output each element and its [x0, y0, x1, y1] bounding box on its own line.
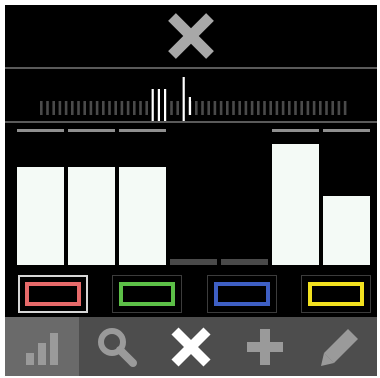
timeline-track[interactable]	[5, 71, 377, 123]
timeline-tick	[114, 101, 117, 115]
level-bars	[17, 129, 370, 265]
timeline-tick	[281, 101, 285, 115]
add-tool-button[interactable]	[228, 317, 302, 376]
timeline-tick	[95, 101, 99, 115]
plus-icon	[247, 328, 284, 365]
column-cap	[119, 129, 166, 132]
timeline-tick	[343, 101, 347, 115]
level-bar	[119, 167, 166, 265]
bottom-toolbar	[5, 317, 377, 376]
timeline-tick	[58, 101, 62, 115]
timeline-ticks	[40, 77, 347, 123]
timeline-tick	[213, 101, 217, 115]
timeline-tick	[288, 101, 291, 115]
timeline-tick	[52, 101, 55, 115]
timeline-tick	[176, 101, 179, 115]
top-close-button[interactable]	[5, 5, 377, 67]
level-columns	[5, 125, 377, 271]
timeline-tick	[306, 101, 310, 115]
level-bar	[323, 196, 370, 265]
level-bar	[68, 167, 115, 265]
yellow-swatch-frame	[308, 282, 364, 306]
yellow-swatch[interactable]	[301, 275, 371, 313]
green-swatch[interactable]	[112, 275, 182, 313]
timeline-tick	[71, 101, 74, 115]
close-icon	[168, 13, 214, 59]
timeline-tick	[170, 101, 173, 115]
red-swatch[interactable]	[18, 275, 88, 313]
column-cap	[272, 129, 319, 132]
timeline-tick	[319, 101, 322, 115]
timeline-tick-active	[157, 89, 160, 123]
column-cap	[323, 129, 370, 132]
bar-chart-icon	[26, 332, 59, 365]
timeline-tick	[250, 101, 254, 115]
edit-tool-button[interactable]	[303, 317, 377, 376]
timeline-tick	[275, 101, 279, 115]
search-tool-button[interactable]	[79, 317, 153, 376]
timeline-tick	[201, 101, 204, 115]
divider-top	[5, 67, 377, 69]
divider-middle	[5, 121, 377, 123]
timeline-tick-active	[188, 97, 191, 115]
timeline-tick	[195, 101, 198, 115]
timeline-tick	[108, 101, 111, 115]
timeline-tick	[219, 101, 223, 115]
app-screen	[5, 5, 377, 376]
timeline-tick	[331, 101, 334, 115]
close-tool-button[interactable]	[154, 317, 228, 376]
timeline-tick	[238, 101, 241, 115]
color-selector	[5, 273, 377, 317]
timeline-tick	[40, 101, 43, 115]
red-swatch-frame	[25, 282, 81, 306]
level-bar-empty	[170, 259, 217, 265]
timeline-tick	[77, 101, 80, 115]
timeline-tick	[46, 101, 49, 115]
timeline-tick	[312, 101, 316, 115]
level-bar	[272, 144, 319, 265]
timeline-tick	[269, 101, 272, 115]
column-cap	[17, 129, 64, 132]
timeline-tick	[300, 101, 303, 115]
timeline-tick	[226, 101, 229, 115]
blue-swatch-frame	[214, 282, 270, 306]
search-icon	[97, 327, 137, 367]
blue-swatch[interactable]	[207, 275, 277, 313]
chart-tool-button[interactable]	[5, 317, 80, 376]
timeline-tick	[325, 101, 328, 115]
timeline-tick	[120, 101, 124, 115]
green-swatch-frame	[119, 282, 175, 306]
timeline-tick	[294, 101, 297, 115]
level-bar-empty	[221, 259, 268, 265]
timeline-tick	[139, 101, 142, 115]
timeline-tick	[257, 101, 260, 115]
timeline-tick	[89, 101, 93, 115]
timeline-tick	[232, 101, 235, 115]
pencil-icon	[320, 328, 358, 366]
timeline-tick	[207, 101, 210, 115]
timeline-tick-active	[164, 89, 167, 123]
timeline-tick	[83, 101, 86, 115]
timeline-tick	[64, 101, 68, 115]
timeline-tick	[102, 101, 105, 115]
timeline-tick	[337, 101, 341, 115]
timeline-tick	[133, 101, 136, 115]
timeline-tick	[244, 101, 248, 115]
column-cap	[68, 129, 115, 132]
timeline-tick-active	[151, 89, 154, 123]
timeline-tick-active	[182, 77, 185, 123]
timeline-tick	[263, 101, 266, 115]
level-bar	[17, 167, 64, 265]
timeline-tick	[145, 101, 148, 115]
close-icon	[171, 326, 211, 367]
timeline-tick	[126, 101, 130, 115]
